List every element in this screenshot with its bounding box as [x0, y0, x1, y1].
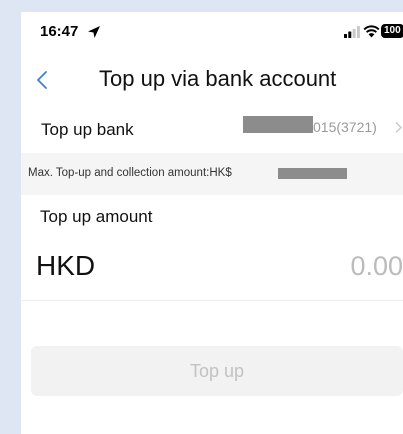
- bank-account-number: 015(3721): [313, 119, 377, 135]
- chevron-left-icon[interactable]: [35, 70, 49, 90]
- navigation-bar: Top up via bank account: [21, 60, 403, 100]
- top-up-amount-label: Top up amount: [40, 207, 153, 226]
- status-time: 16:47: [40, 23, 79, 40]
- top-up-bank-row[interactable]: Top up bank 015(3721): [21, 112, 403, 146]
- redacted-bank-name: [243, 116, 313, 133]
- status-bar: 16:47 100: [21, 12, 403, 52]
- divider: [21, 300, 403, 301]
- redacted-max-amount: [278, 168, 347, 179]
- chevron-right-icon: [395, 122, 402, 133]
- amount-input[interactable]: [271, 248, 403, 284]
- wifi-icon: [363, 25, 380, 38]
- max-amount-notice: Max. Top-up and collection amount:HK$: [21, 153, 403, 195]
- top-up-button[interactable]: Top up: [31, 346, 403, 396]
- currency-code: HKD: [36, 250, 96, 281]
- location-arrow-icon: [88, 26, 100, 38]
- page-title: Top up via bank account: [99, 66, 337, 91]
- max-amount-text: Max. Top-up and collection amount:HK$: [28, 167, 232, 179]
- signal-icon: [344, 26, 360, 38]
- top-up-bank-label: Top up bank: [41, 120, 134, 139]
- phone-screen: 16:47 100 Top up via bank account Top up…: [21, 12, 403, 434]
- battery-icon: 100: [381, 24, 403, 38]
